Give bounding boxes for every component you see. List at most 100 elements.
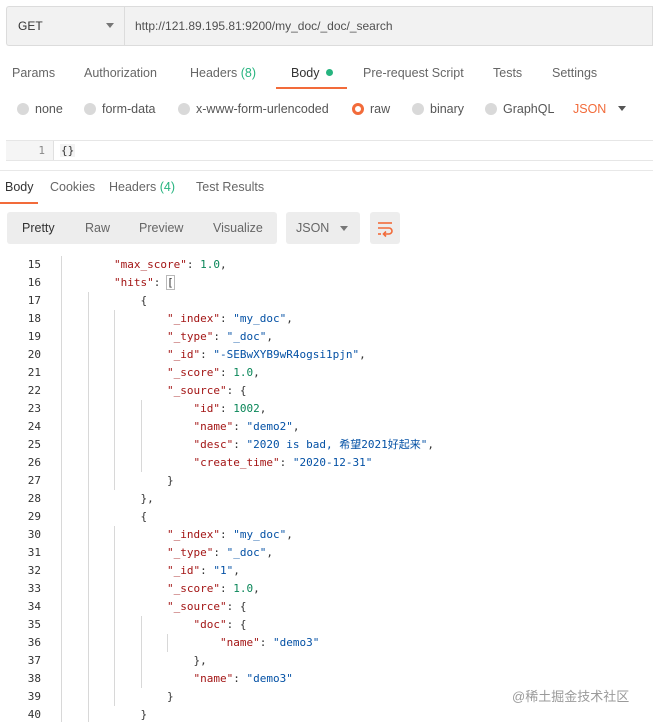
tab-label: Params xyxy=(12,66,56,80)
code-token: : xyxy=(200,564,214,577)
code-token: "_doc" xyxy=(226,546,267,559)
code-text: } xyxy=(141,706,148,722)
radio-graphql[interactable]: GraphQL xyxy=(485,102,554,116)
request-body-code: {} xyxy=(60,144,76,157)
body-format-select[interactable]: JSON xyxy=(573,102,627,116)
code-token: "_id" xyxy=(167,348,201,361)
tab-test-results[interactable]: Test Results xyxy=(196,180,264,194)
code-token: , xyxy=(427,438,434,451)
radio-binary[interactable]: binary xyxy=(412,102,464,116)
code-token: "max_score" xyxy=(114,258,187,271)
code-token: "demo3" xyxy=(246,672,293,685)
tab-response-headers[interactable]: Headers (4) xyxy=(109,180,175,194)
code-line: 32 "_id": "1", xyxy=(0,562,653,580)
tab-headers[interactable]: Headers (8) xyxy=(190,66,256,80)
method-select[interactable]: GET xyxy=(6,6,124,46)
code-line: 40} xyxy=(0,706,653,722)
code-text: "_id": "1", xyxy=(167,562,240,580)
url-input[interactable]: http://121.89.195.81:9200/my_doc/_doc/_s… xyxy=(124,6,653,46)
tab-label: Headers xyxy=(109,180,157,194)
tab-label: Body xyxy=(291,66,320,80)
code-line: 31 "_type": "_doc", xyxy=(0,544,653,562)
radio-circle-icon xyxy=(17,103,29,115)
chevron-down-icon xyxy=(618,106,627,111)
wrap-lines-button[interactable] xyxy=(370,212,400,244)
code-line: 33 "_score": 1.0, xyxy=(0,580,653,598)
tab-label: Settings xyxy=(552,66,598,80)
radio-circle-icon xyxy=(412,103,424,115)
code-text: "_index": "my_doc", xyxy=(167,310,293,328)
tab-body[interactable]: Body xyxy=(291,66,333,80)
request-body-editor[interactable]: 1 {} xyxy=(6,140,653,161)
tab-count: (8) xyxy=(240,66,257,80)
line-number: 40 xyxy=(27,708,41,721)
code-token: : xyxy=(279,456,293,469)
response-body-viewer[interactable]: 15 "max_score": 1.0, 16 "hits": [17{18 "_ind… xyxy=(0,254,653,722)
line-number: 20 xyxy=(27,348,41,361)
watermark: @稀土掘金技术社区 xyxy=(512,689,630,704)
code-token: : xyxy=(233,672,247,685)
code-token: { xyxy=(140,510,148,523)
code-token: "id" xyxy=(193,402,221,415)
radio-circle-icon xyxy=(178,103,190,115)
tab-cookies[interactable]: Cookies xyxy=(50,180,95,194)
line-gutter: 1 xyxy=(6,141,54,160)
tab-authorization[interactable]: Authorization xyxy=(84,66,157,80)
line-number: 33 xyxy=(27,582,41,595)
code-token: 1.0 xyxy=(233,366,254,379)
line-number: 18 xyxy=(27,312,41,325)
code-token: , xyxy=(219,258,227,271)
indent-guide xyxy=(61,256,62,722)
code-token: "1" xyxy=(213,564,234,577)
radio-x-www-form-urlencoded[interactable]: x-www-form-urlencoded xyxy=(178,102,329,116)
code-text: "_type": "_doc", xyxy=(167,328,273,346)
line-number: 34 xyxy=(27,600,41,613)
radio-form-data[interactable]: form-data xyxy=(84,102,156,116)
line-number: 39 xyxy=(27,690,41,703)
code-token: : xyxy=(219,312,234,325)
code-token: 1002 xyxy=(233,402,260,415)
body-format-label: JSON xyxy=(573,102,607,116)
view-raw-button[interactable]: Raw xyxy=(85,221,110,235)
radio-none[interactable]: none xyxy=(17,102,63,116)
radio-label: none xyxy=(35,102,63,116)
code-token: : { xyxy=(226,384,247,397)
code-token: "_source" xyxy=(167,384,227,397)
tab-tests[interactable]: Tests xyxy=(493,66,522,80)
line-number: 25 xyxy=(27,438,41,451)
chevron-down-icon xyxy=(106,23,114,28)
code-text: "name": "demo2", xyxy=(194,418,300,436)
radio-raw[interactable]: raw xyxy=(352,102,390,116)
tab-response-body[interactable]: Body xyxy=(5,180,34,194)
line-number: 29 xyxy=(27,510,41,523)
code-token: : xyxy=(219,582,234,595)
code-token: "name" xyxy=(193,672,234,685)
tab-settings[interactable]: Settings xyxy=(552,66,597,80)
code-token: "create_time" xyxy=(193,456,280,469)
view-visualize-button[interactable]: Visualize xyxy=(213,221,263,235)
code-text: } xyxy=(167,688,174,706)
code-token: "my_doc" xyxy=(233,528,287,541)
code-line: 21 "_score": 1.0, xyxy=(0,364,653,382)
code-token: , xyxy=(266,546,273,559)
radio-label: form-data xyxy=(102,102,156,116)
line-number: 22 xyxy=(27,384,41,397)
tab-pre-request-script[interactable]: Pre-request Script xyxy=(363,66,464,80)
view-preview-button[interactable]: Preview xyxy=(139,221,183,235)
tab-label: Tests xyxy=(493,66,523,80)
tab-params[interactable]: Params xyxy=(12,66,55,80)
indent-guide xyxy=(140,616,142,688)
code-line: 26 "create_time": "2020-12-31" xyxy=(0,454,653,472)
code-line: 25 "desc": "2020 is bad, 希望2021好起来", xyxy=(0,436,653,454)
view-pretty-button[interactable]: Pretty xyxy=(22,221,55,235)
wrap-lines-icon xyxy=(378,222,393,238)
chevron-down-icon xyxy=(340,226,348,231)
code-token: "_source" xyxy=(167,600,227,613)
code-line: 27} xyxy=(0,472,653,490)
code-text: "doc": { xyxy=(194,616,247,634)
code-text: "name": "demo3" xyxy=(220,634,319,652)
response-format-select[interactable]: JSON xyxy=(286,212,360,244)
code-token: { xyxy=(140,294,148,307)
code-token: : xyxy=(220,402,234,415)
code-line: 37}, xyxy=(0,652,653,670)
